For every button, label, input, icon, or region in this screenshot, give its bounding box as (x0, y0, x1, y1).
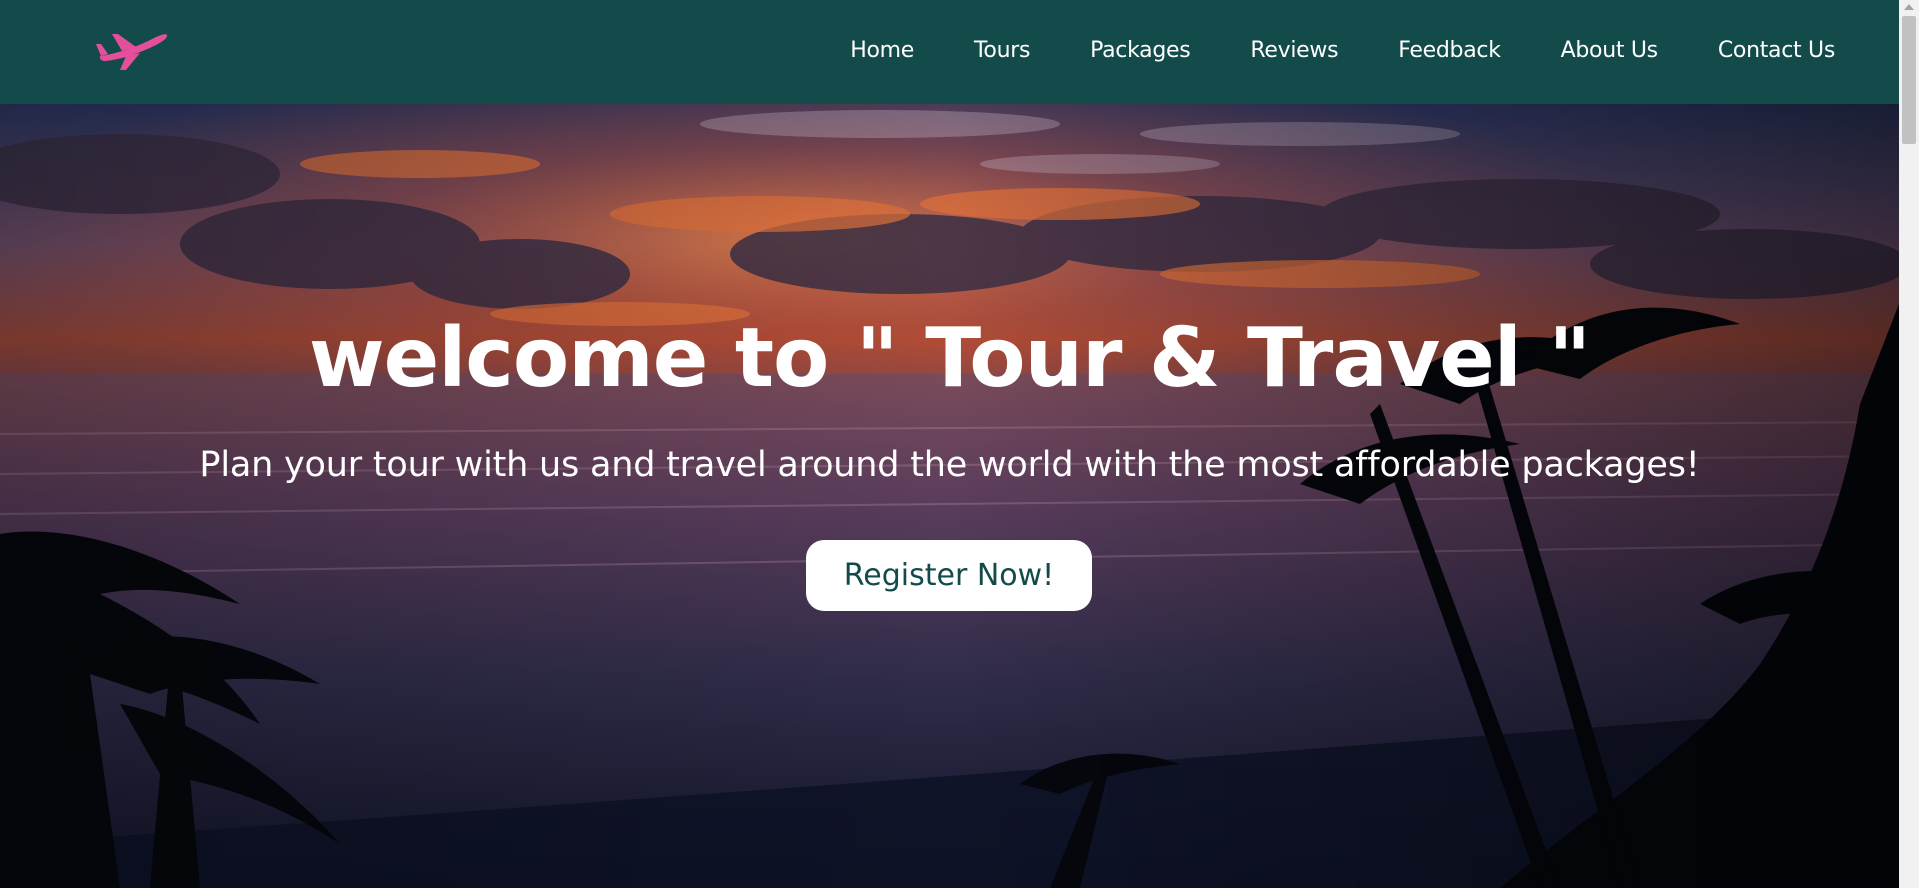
page-scrollbar[interactable] (1899, 0, 1919, 888)
nav-contact-us[interactable]: Contact Us (1718, 38, 1835, 63)
main-nav: Home Tours Packages Reviews Feedback Abo… (790, 0, 1835, 100)
nav-feedback[interactable]: Feedback (1398, 38, 1501, 63)
scroll-up-arrow-icon[interactable] (1904, 4, 1914, 10)
scrollbar-thumb[interactable] (1902, 16, 1916, 144)
hero-content: welcome to " Tour & Travel " Plan your t… (0, 104, 1899, 888)
nav-home[interactable]: Home (850, 38, 914, 63)
register-now-button[interactable]: Register Now! (806, 540, 1092, 611)
nav-packages[interactable]: Packages (1090, 38, 1191, 63)
nav-reviews[interactable]: Reviews (1250, 38, 1338, 63)
airplane-icon (96, 34, 168, 70)
nav-tours[interactable]: Tours (974, 38, 1030, 63)
hero-title: welcome to " Tour & Travel " (308, 311, 1591, 406)
nav-about-us[interactable]: About Us (1561, 38, 1659, 63)
logo-link[interactable] (96, 26, 168, 72)
hero-section: welcome to " Tour & Travel " Plan your t… (0, 104, 1899, 888)
page: Home Tours Packages Reviews Feedback Abo… (0, 0, 1919, 888)
navbar: Home Tours Packages Reviews Feedback Abo… (0, 0, 1899, 104)
hero-subtitle: Plan your tour with us and travel around… (199, 445, 1700, 485)
